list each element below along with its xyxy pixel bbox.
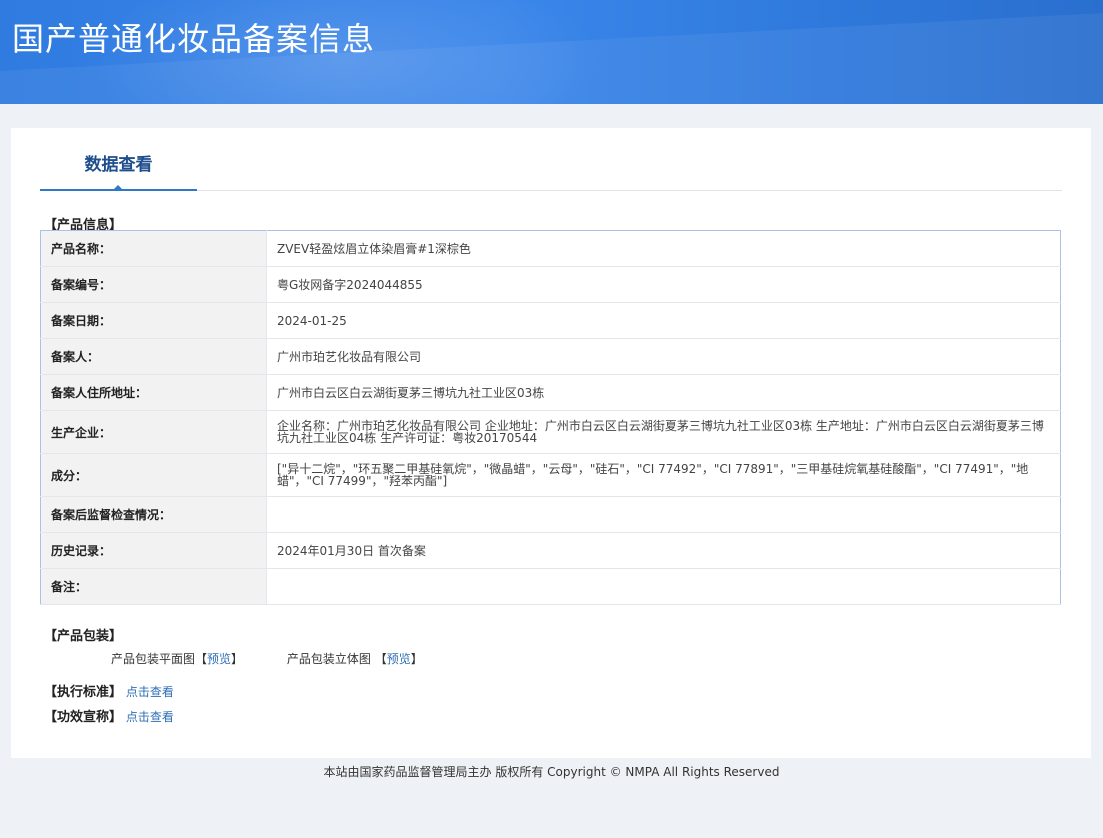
table-row: 产品名称： ZVEV轻盈炫眉立体染眉膏#1深棕色	[40, 230, 1061, 267]
row-label-product-name: 产品名称：	[40, 230, 267, 267]
tab-caret-icon	[112, 185, 124, 191]
row-label-registration-no: 备案编号：	[40, 266, 267, 303]
standard-view-link[interactable]: 点击查看	[126, 685, 174, 699]
table-row: 备案人： 广州市珀艺化妆品有限公司	[40, 338, 1061, 375]
bracket-close: 】	[231, 652, 244, 666]
table-row: 生产企业： 企业名称：广州市珀艺化妆品有限公司 企业地址：广州市白云区白云湖街夏…	[40, 410, 1061, 454]
table-row: 备案人住所地址： 广州市白云区白云湖街夏茅三博坑九社工业区03栋	[40, 374, 1061, 411]
packaging-flat-preview-link[interactable]: 预览	[207, 652, 231, 666]
efficacy-view-link[interactable]: 点击查看	[126, 710, 174, 724]
packaging-section-label: 【产品包装】	[44, 629, 123, 644]
table-row: 备案日期： 2024-01-25	[40, 302, 1061, 339]
table-row: 成分： ["异十二烷"，"环五聚二甲基硅氧烷"，"微晶蜡"，"云母"，"硅石"，…	[40, 453, 1061, 497]
packaging-row: 产品包装平面图【预览】 产品包装立体图 【预览】	[111, 650, 463, 667]
efficacy-label: 【功效宣称】	[44, 710, 123, 725]
row-label-registrant: 备案人：	[40, 338, 267, 375]
page-footer: 本站由国家药品监督管理局主办 版权所有 Copyright © NMPA All…	[323, 765, 780, 779]
row-label-remarks: 备注：	[40, 568, 267, 605]
table-row: 备案编号： 粤G妆网备字2024044855	[40, 266, 1061, 303]
row-value-ingredients: ["异十二烷"，"环五聚二甲基硅氧烷"，"微晶蜡"，"云母"，"硅石"，"CI …	[266, 453, 1061, 497]
table-row: 历史记录： 2024年01月30日 首次备案	[40, 532, 1061, 569]
row-label-registration-date: 备案日期：	[40, 302, 267, 339]
page-header: 国产普通化妆品备案信息	[0, 0, 1103, 104]
packaging-stereo-preview-link[interactable]: 预览	[387, 652, 411, 666]
page-title: 国产普通化妆品备案信息	[12, 20, 376, 58]
packaging-flat-label: 产品包装平面图	[111, 652, 196, 666]
row-value-registration-date: 2024-01-25	[266, 302, 1061, 339]
bracket-open: 【	[374, 652, 387, 666]
row-value-registrant-address: 广州市白云区白云湖街夏茅三博坑九社工业区03栋	[266, 374, 1061, 411]
row-label-manufacturer: 生产企业：	[40, 410, 267, 454]
row-value-history: 2024年01月30日 首次备案	[266, 532, 1061, 569]
row-value-remarks	[266, 568, 1061, 605]
row-label-registrant-address: 备案人住所地址：	[40, 374, 267, 411]
standard-row: 【执行标准】 点击查看	[44, 681, 174, 700]
tab-bar: 数据查看	[40, 152, 1062, 191]
packaging-flat-item: 产品包装平面图【预览】	[111, 652, 247, 666]
bracket-close: 】	[410, 652, 423, 666]
table-row: 备注：	[40, 568, 1061, 605]
bracket-open: 【	[195, 652, 208, 666]
row-value-product-name: ZVEV轻盈炫眉立体染眉膏#1深棕色	[266, 230, 1061, 267]
content-panel: 数据查看 【产品信息】 产品名称： ZVEV轻盈炫眉立体染眉膏#1深棕色 备案编…	[11, 128, 1091, 758]
row-label-ingredients: 成分：	[40, 453, 267, 497]
standard-label: 【执行标准】	[44, 685, 123, 700]
product-info-table: 产品名称： ZVEV轻盈炫眉立体染眉膏#1深棕色 备案编号： 粤G妆网备字202…	[40, 230, 1061, 605]
row-label-post-inspection: 备案后监督检查情况：	[40, 496, 267, 533]
row-value-registrant: 广州市珀艺化妆品有限公司	[266, 338, 1061, 375]
row-value-post-inspection	[266, 496, 1061, 533]
packaging-stereo-item: 产品包装立体图 【预览】	[287, 652, 423, 666]
efficacy-row: 【功效宣称】 点击查看	[44, 706, 174, 725]
packaging-stereo-label: 产品包装立体图	[286, 652, 371, 666]
row-value-manufacturer: 企业名称：广州市珀艺化妆品有限公司 企业地址：广州市白云区白云湖街夏茅三博坑九社…	[266, 410, 1061, 454]
row-value-registration-no: 粤G妆网备字2024044855	[266, 266, 1061, 303]
row-label-history: 历史记录：	[40, 532, 267, 569]
table-row: 备案后监督检查情况：	[40, 496, 1061, 533]
